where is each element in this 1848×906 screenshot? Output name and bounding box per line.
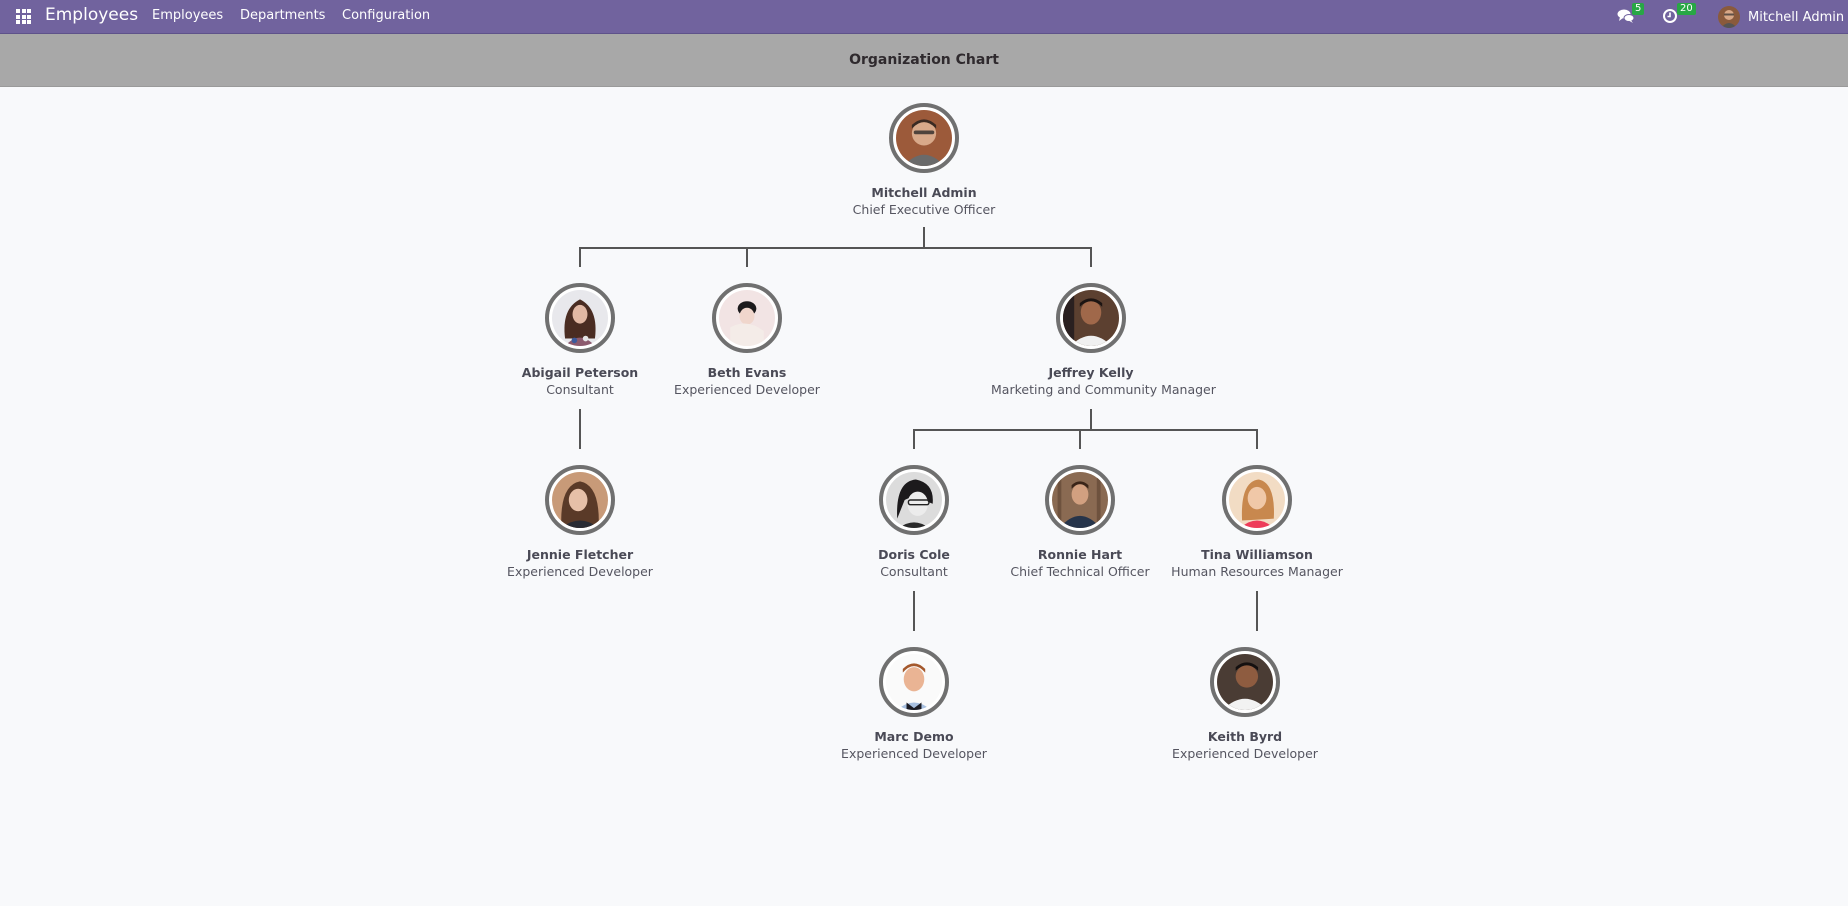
menu-configuration[interactable]: Configuration (342, 8, 430, 23)
employee-job-title: Experienced Developer (841, 746, 987, 761)
employee-card-keith-byrd[interactable]: Keith Byrd Experienced Developer (1145, 647, 1345, 763)
employee-card-marc-demo[interactable]: Marc Demo Experienced Developer (814, 647, 1014, 763)
employee-name: Mitchell Admin (871, 185, 977, 200)
employee-avatar (879, 647, 949, 717)
employee-name: Beth Evans (707, 365, 787, 380)
employee-job-title: Human Resources Manager (1171, 564, 1343, 579)
employee-avatar (1222, 465, 1292, 535)
employee-name: Jeffrey Kelly (1048, 365, 1134, 380)
menu-employees[interactable]: Employees (152, 8, 223, 23)
employee-card-mitchell-admin[interactable]: Mitchell Admin Chief Executive Officer (824, 103, 1024, 219)
employee-name: Jennie Fletcher (526, 547, 634, 562)
app-brand[interactable]: Employees (45, 5, 138, 25)
clock-icon (1663, 9, 1677, 23)
employee-avatar (545, 283, 615, 353)
user-avatar (1718, 6, 1740, 28)
user-menu[interactable]: Mitchell Admin (1718, 3, 1844, 31)
menu-departments[interactable]: Departments (240, 8, 325, 23)
employee-job-title: Experienced Developer (674, 382, 820, 397)
control-panel: Organization Chart (0, 34, 1848, 87)
top-navbar: Employees Employees Departments Configur… (0, 0, 1848, 34)
apps-grid-icon[interactable] (16, 9, 31, 24)
employee-avatar (1045, 465, 1115, 535)
employee-name: Ronnie Hart (1037, 547, 1123, 562)
employee-card-tina-williamson[interactable]: Tina Williamson Human Resources Manager (1157, 465, 1357, 581)
activities-button[interactable] (1662, 8, 1678, 24)
employee-name: Tina Williamson (1201, 547, 1313, 562)
employee-job-title: Experienced Developer (507, 564, 653, 579)
page-title: Organization Chart (849, 52, 999, 68)
employee-job-title: Experienced Developer (1172, 746, 1318, 761)
user-name: Mitchell Admin (1748, 9, 1845, 25)
employee-card-ronnie-hart[interactable]: Ronnie Hart Chief Technical Officer (980, 465, 1180, 581)
employee-avatar (889, 103, 959, 173)
activities-count-badge: 20 (1677, 3, 1696, 15)
messages-count-badge: 5 (1632, 3, 1645, 15)
employee-job-title: Chief Executive Officer (852, 202, 996, 217)
employee-card-beth-evans[interactable]: Beth Evans Experienced Developer (647, 283, 847, 399)
employee-avatar (1210, 647, 1280, 717)
employee-name: Marc Demo (874, 729, 954, 744)
employee-card-jennie-fletcher[interactable]: Jennie Fletcher Experienced Developer (480, 465, 680, 581)
employee-avatar (545, 465, 615, 535)
employee-name: Keith Byrd (1207, 729, 1283, 744)
employee-avatar (879, 465, 949, 535)
employee-job-title: Marketing and Community Manager (991, 382, 1216, 397)
employee-avatar (712, 283, 782, 353)
employee-card-jeffrey-kelly[interactable]: Jeffrey Kelly Marketing and Community Ma… (991, 283, 1216, 399)
employee-avatar (1056, 283, 1126, 353)
employee-job-title: Chief Technical Officer (1010, 564, 1150, 579)
